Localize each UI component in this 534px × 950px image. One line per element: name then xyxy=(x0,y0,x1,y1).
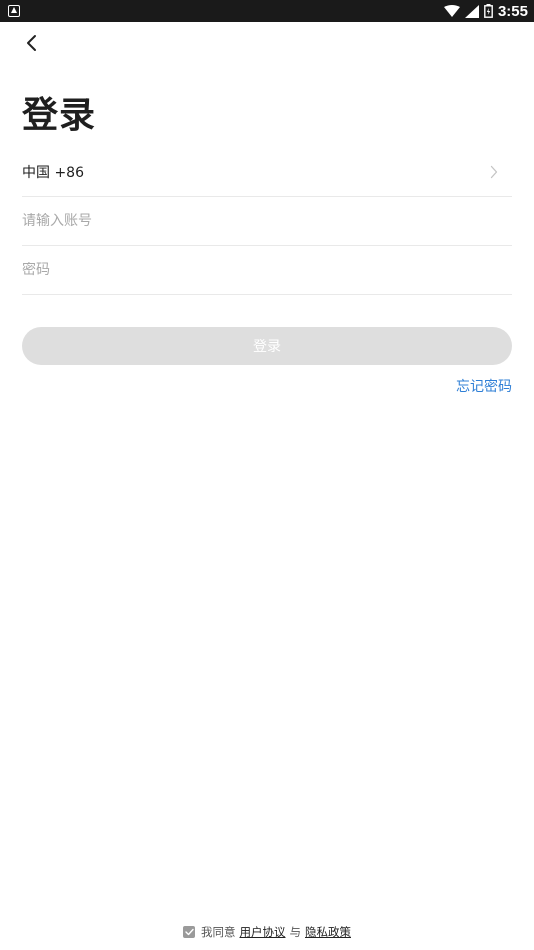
status-bar: 3:55 xyxy=(0,0,534,22)
back-button[interactable] xyxy=(18,30,46,56)
account-field-row xyxy=(22,197,512,246)
login-button[interactable]: 登录 xyxy=(22,327,512,365)
notification-icon xyxy=(8,5,20,17)
country-code-selector[interactable]: 中国 +86 xyxy=(22,148,512,197)
check-icon xyxy=(184,928,194,936)
wifi-icon xyxy=(443,4,460,17)
user-agreement-link[interactable]: 用户协议 xyxy=(240,924,286,940)
agree-checkbox[interactable] xyxy=(183,926,195,938)
password-input[interactable] xyxy=(22,262,512,278)
privacy-policy-link[interactable]: 隐私政策 xyxy=(305,924,351,940)
status-icons: 3:55 xyxy=(443,2,528,20)
chevron-right-icon xyxy=(490,165,498,179)
agree-and-text: 与 xyxy=(289,925,302,939)
forgot-password-link[interactable]: 忘记密码 xyxy=(456,376,512,396)
page-title: 登录 xyxy=(22,95,97,136)
password-field-row xyxy=(22,246,512,295)
country-code-label: 中国 +86 xyxy=(22,165,84,181)
status-time: 3:55 xyxy=(497,2,528,20)
battery-icon xyxy=(484,4,493,18)
account-input[interactable] xyxy=(22,213,512,229)
chevron-left-icon xyxy=(27,35,36,51)
signal-icon xyxy=(464,4,479,18)
agreement-row: 我同意 用户协议 与 隐私政策 xyxy=(0,924,534,940)
agree-prefix-text: 我同意 xyxy=(201,925,236,939)
